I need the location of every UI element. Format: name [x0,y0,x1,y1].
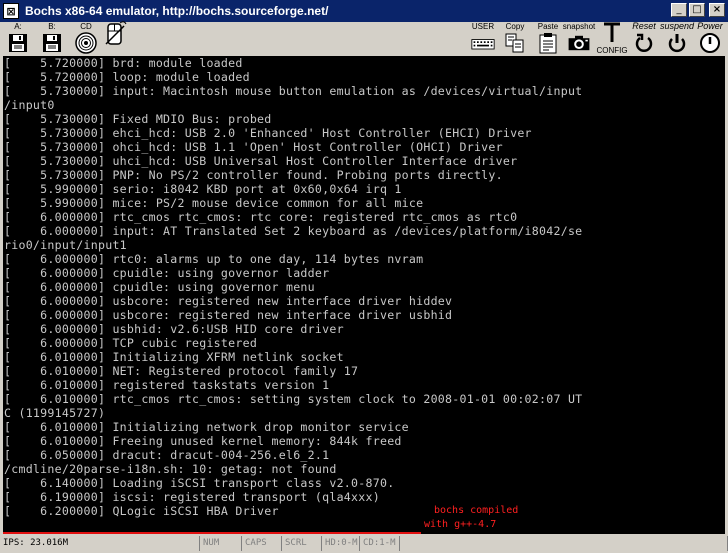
power-button[interactable]: Power [694,22,726,56]
console-line: [ 6.000000] rtc0: alarms up to one day, … [4,252,424,266]
cdrom-label: CD [80,22,92,31]
floppy-b-label: B: [48,22,56,31]
copy-button[interactable]: Copy [502,22,528,56]
console-line: [ 6.010000] Initializing network drop mo… [4,420,409,434]
status-cell [400,536,728,551]
emulator-screen[interactable]: [ 5.720000] brd: module loaded[ 5.720000… [3,56,725,534]
cdrom-icon [74,32,98,54]
mouse-icon [104,21,128,45]
console-line: [ 6.000000] usbcore: registered new inte… [4,294,453,308]
console-line: [ 6.010000] Freeing unused kernel memory… [4,434,402,448]
user-keyboard-button[interactable]: USER [468,22,498,56]
snapshot-button[interactable]: snapshot [562,22,596,56]
console-line: [ 6.050000] dracut: dracut-004-256.el6_2… [4,448,330,462]
config-label: CONFIG [596,46,628,55]
toolbar: A: B: CD USER Copy Paste snapshot CONFIG… [0,21,728,56]
console-line: [ 6.140000] Loading iSCSI transport clas… [4,476,395,490]
console-line: [ 6.190000] iscsi: registered transport … [4,490,380,504]
status-cell: HD:0-M [322,536,360,551]
console-line: [ 5.720000] brd: module loaded [4,56,243,70]
status-cell: IPS: 23.016M [0,536,200,551]
console-line: [ 6.010000] Initializing XFRM netlink so… [4,350,344,364]
console-line: [ 6.200000] QLogic iSCSI HBA Driver [4,504,279,518]
status-cell: NUM [200,536,242,551]
console-line: [ 5.990000] mice: PS/2 mouse device comm… [4,196,424,210]
cdrom-button[interactable]: CD [72,22,100,56]
console-line: [ 5.730000] input: Macintosh mouse butto… [4,84,583,98]
suspend-button[interactable]: suspend [660,22,694,56]
status-cell: SCRL [282,536,322,551]
annotation-line-2: with g++-4.7 [424,519,497,530]
console-line: [ 5.730000] ohci_hcd: USB 1.1 'Open' Hos… [4,140,503,154]
minimize-button[interactable]: _ [671,3,687,17]
window-title: Bochs x86-64 emulator, http://bochs.sour… [25,4,329,18]
console-line: [ 6.000000] TCP cubic registered [4,336,258,350]
floppy-b-button[interactable]: B: [38,22,66,56]
paste-label: Paste [537,22,559,31]
config-icon [600,22,624,46]
console-line: [ 6.010000] rtc_cmos rtc_cmos: setting s… [4,392,583,406]
console-line: [ 6.000000] cpuidle: using governor ladd… [4,266,330,280]
paste-button[interactable]: Paste [534,22,562,56]
status-bar: IPS: 23.016M NUM CAPS SCRL HD:0-M CD:1-M [0,534,728,553]
console-line: [ 5.720000] loop: module loaded [4,70,250,84]
user-label: USER [471,22,495,31]
reset-button[interactable]: Reset [628,22,660,56]
camera-icon [567,32,591,54]
bochs-icon[interactable]: ⊠ [3,3,19,19]
floppy-icon [6,32,30,54]
console-line: [ 6.000000] rtc_cmos rtc_cmos: rtc core:… [4,210,518,224]
snapshot-label: snapshot [562,22,596,31]
console-line: [ 5.730000] Fixed MDIO Bus: probed [4,112,272,126]
console-line: /cmdline/20parse-i18n.sh: 10: getag: not… [4,462,337,476]
close-button[interactable]: × [709,3,725,17]
maximize-button[interactable]: □ [689,3,705,17]
annotation-line-1: bochs compiled [434,505,519,516]
status-cell: CAPS [242,536,282,551]
console-line: /input0 [4,98,55,112]
power-label: Power [697,21,723,31]
paste-icon [536,32,560,54]
suspend-label: suspend [659,21,695,31]
window-controls: _ □ × [671,3,725,17]
console-line: rio0/input/input1 [4,238,127,252]
console-line: [ 5.730000] PNP: No PS/2 controller foun… [4,168,503,182]
suspend-icon [665,32,689,54]
console-line: [ 6.010000] registered taskstats version… [4,378,330,392]
copy-label: Copy [505,22,525,31]
mouse-toggle-button[interactable] [102,21,130,56]
keyboard-icon [471,32,495,54]
floppy-icon [40,32,64,54]
console-line: [ 6.000000] usbhid: v2.6:USB HID core dr… [4,322,344,336]
reset-icon [632,32,656,54]
console-line: [ 6.000000] cpuidle: using governor menu [4,280,315,294]
console-line: [ 6.000000] input: AT Translated Set 2 k… [4,224,583,238]
copy-icon [503,32,527,54]
floppy-a-button[interactable]: A: [4,22,32,56]
status-cell: CD:1-M [360,536,400,551]
reset-label: Reset [632,21,656,31]
console-line: [ 6.010000] NET: Registered protocol fam… [4,364,359,378]
console-output: [ 5.720000] brd: module loaded[ 5.720000… [3,56,725,518]
console-line: [ 5.730000] ehci_hcd: USB 2.0 'Enhanced'… [4,126,532,140]
console-line: [ 5.990000] serio: i8042 KBD port at 0x6… [4,182,402,196]
annotation-note: bochs compiled with g++-4.7 [424,504,544,532]
console-line: C (1199145727) [4,406,106,420]
power-icon [698,32,722,54]
console-line: [ 5.730000] uhci_hcd: USB Universal Host… [4,154,518,168]
title-bar[interactable]: ⊠ Bochs x86-64 emulator, http://bochs.so… [0,0,728,22]
floppy-a-label: A: [14,22,22,31]
config-button[interactable]: CONFIG [596,22,628,56]
console-line: [ 6.000000] usbcore: registered new inte… [4,308,453,322]
